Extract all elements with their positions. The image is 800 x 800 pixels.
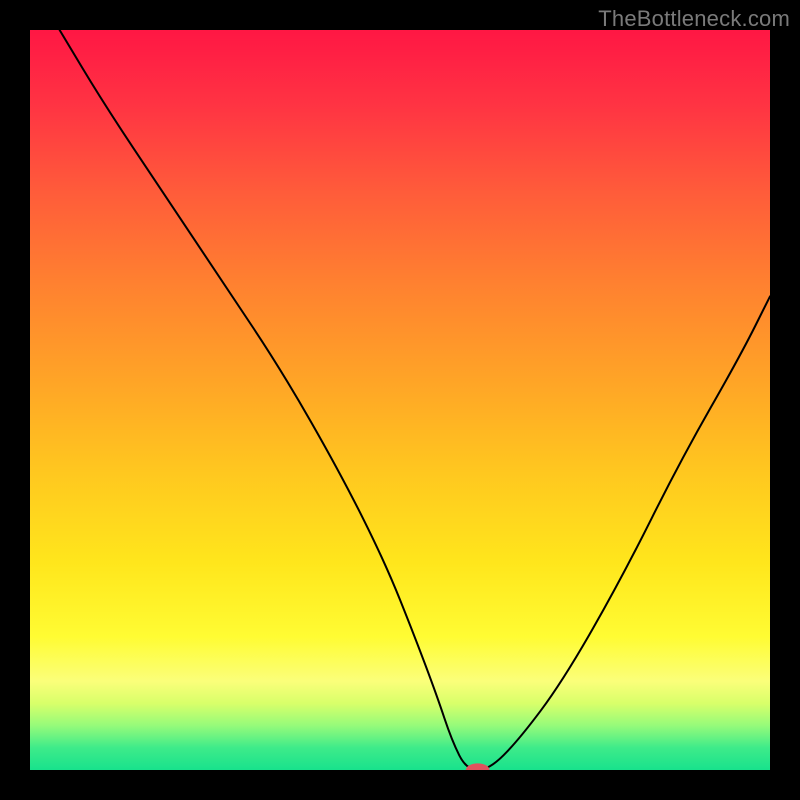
chart-frame: TheBottleneck.com [0, 0, 800, 800]
curve-svg [30, 30, 770, 770]
optimal-marker [466, 763, 490, 770]
watermark-text: TheBottleneck.com [598, 6, 790, 32]
bottleneck-curve-path [60, 30, 770, 770]
plot-area [30, 30, 770, 770]
